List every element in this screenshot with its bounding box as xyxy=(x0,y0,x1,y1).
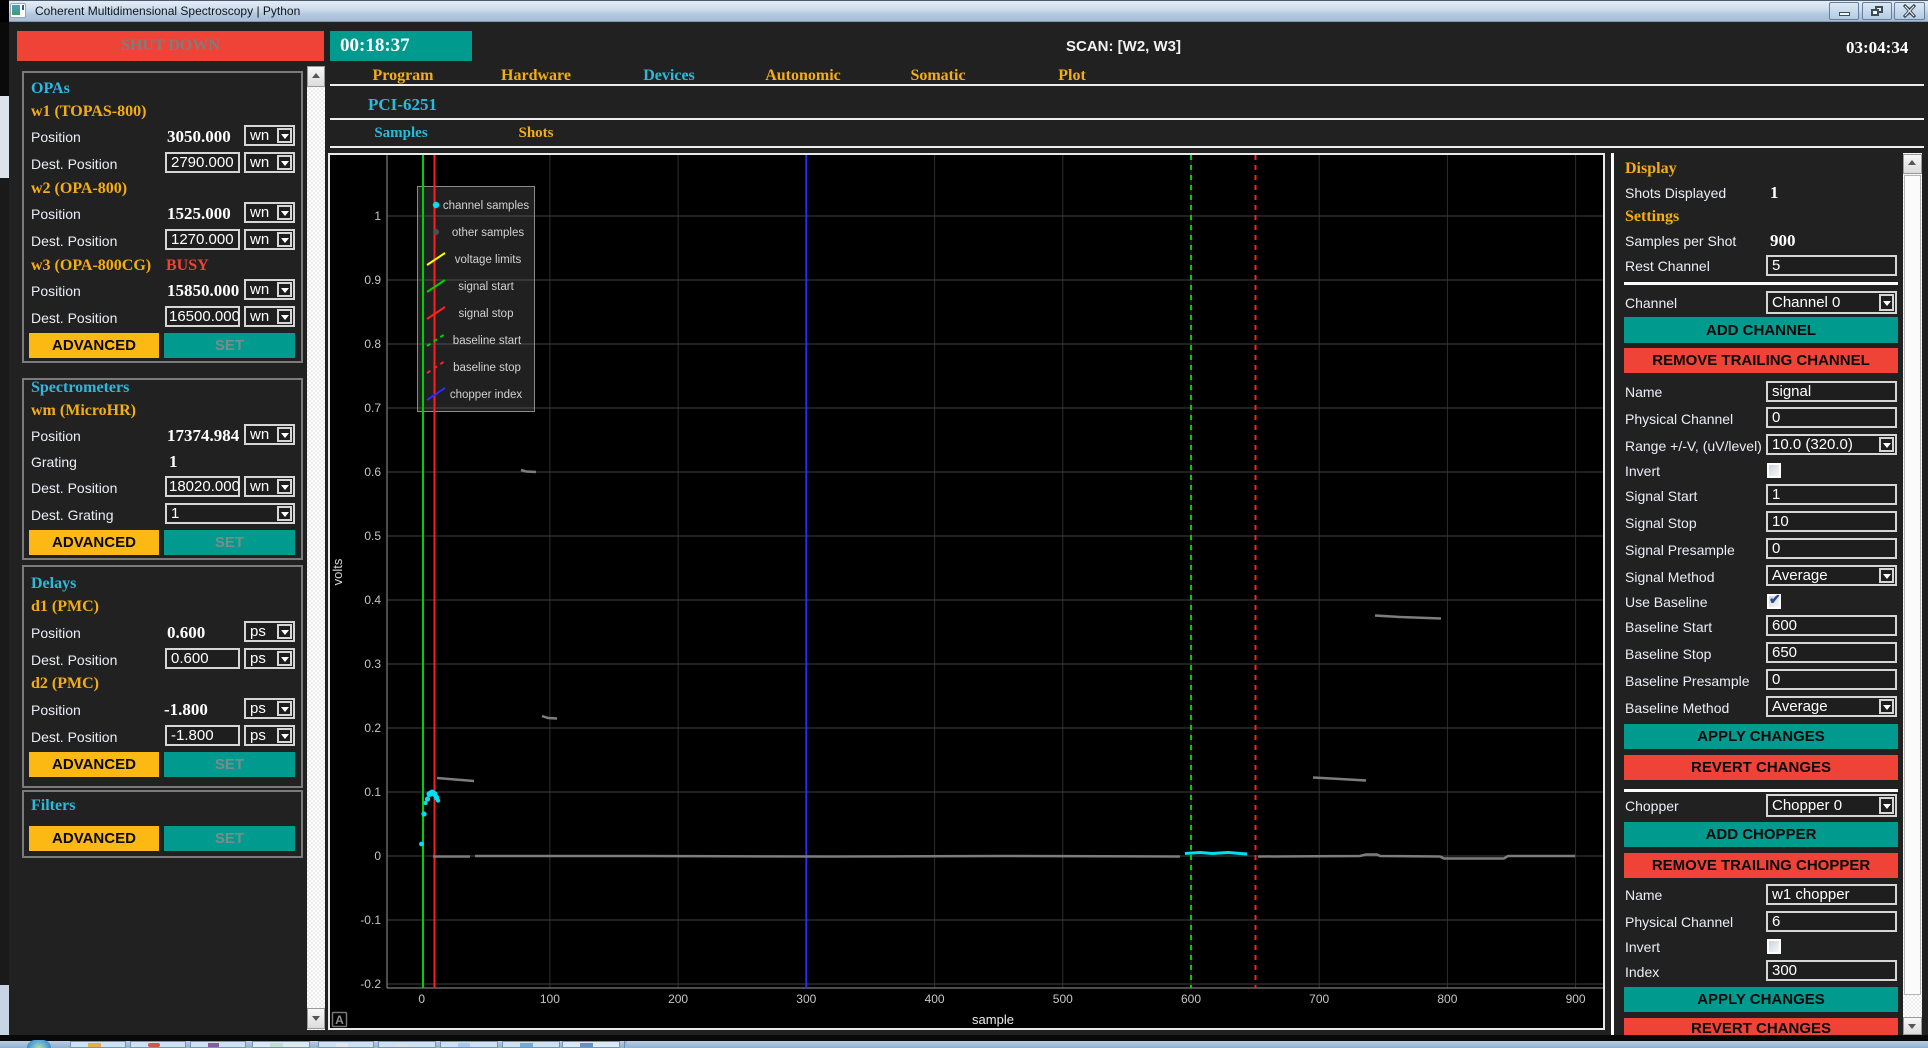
svg-text:-0.2: -0.2 xyxy=(360,977,381,991)
svg-text:0.4: 0.4 xyxy=(364,593,381,607)
svg-text:0.8: 0.8 xyxy=(364,337,381,351)
svg-text:volts: volts xyxy=(330,558,345,585)
svg-text:100: 100 xyxy=(540,992,560,1006)
svg-text:0.7: 0.7 xyxy=(364,401,381,415)
svg-text:1: 1 xyxy=(374,209,381,223)
svg-text:400: 400 xyxy=(925,992,945,1006)
svg-text:chopper index: chopper index xyxy=(450,389,522,401)
svg-text:0.9: 0.9 xyxy=(364,273,381,287)
svg-text:baseline start: baseline start xyxy=(453,335,522,347)
svg-text:signal stop: signal stop xyxy=(459,308,514,320)
svg-text:500: 500 xyxy=(1053,992,1073,1006)
svg-text:700: 700 xyxy=(1309,992,1329,1006)
svg-text:other samples: other samples xyxy=(452,227,524,239)
svg-text:0.6: 0.6 xyxy=(364,465,381,479)
svg-text:A: A xyxy=(335,1013,344,1027)
svg-text:baseline stop: baseline stop xyxy=(453,362,521,374)
svg-text:200: 200 xyxy=(668,992,688,1006)
svg-text:signal start: signal start xyxy=(458,281,514,293)
svg-text:0: 0 xyxy=(374,849,381,863)
svg-text:0.2: 0.2 xyxy=(364,721,381,735)
svg-text:0: 0 xyxy=(418,992,425,1006)
svg-text:0.1: 0.1 xyxy=(364,785,381,799)
svg-text:600: 600 xyxy=(1181,992,1201,1006)
svg-text:300: 300 xyxy=(796,992,816,1006)
svg-text:0.5: 0.5 xyxy=(364,529,381,543)
svg-text:0.3: 0.3 xyxy=(364,657,381,671)
svg-text:sample: sample xyxy=(972,1012,1014,1027)
svg-text:channel samples: channel samples xyxy=(443,200,530,212)
svg-text:800: 800 xyxy=(1437,992,1457,1006)
svg-text:900: 900 xyxy=(1566,992,1586,1006)
svg-text:voltage limits: voltage limits xyxy=(455,254,522,266)
svg-text:-0.1: -0.1 xyxy=(360,913,381,927)
